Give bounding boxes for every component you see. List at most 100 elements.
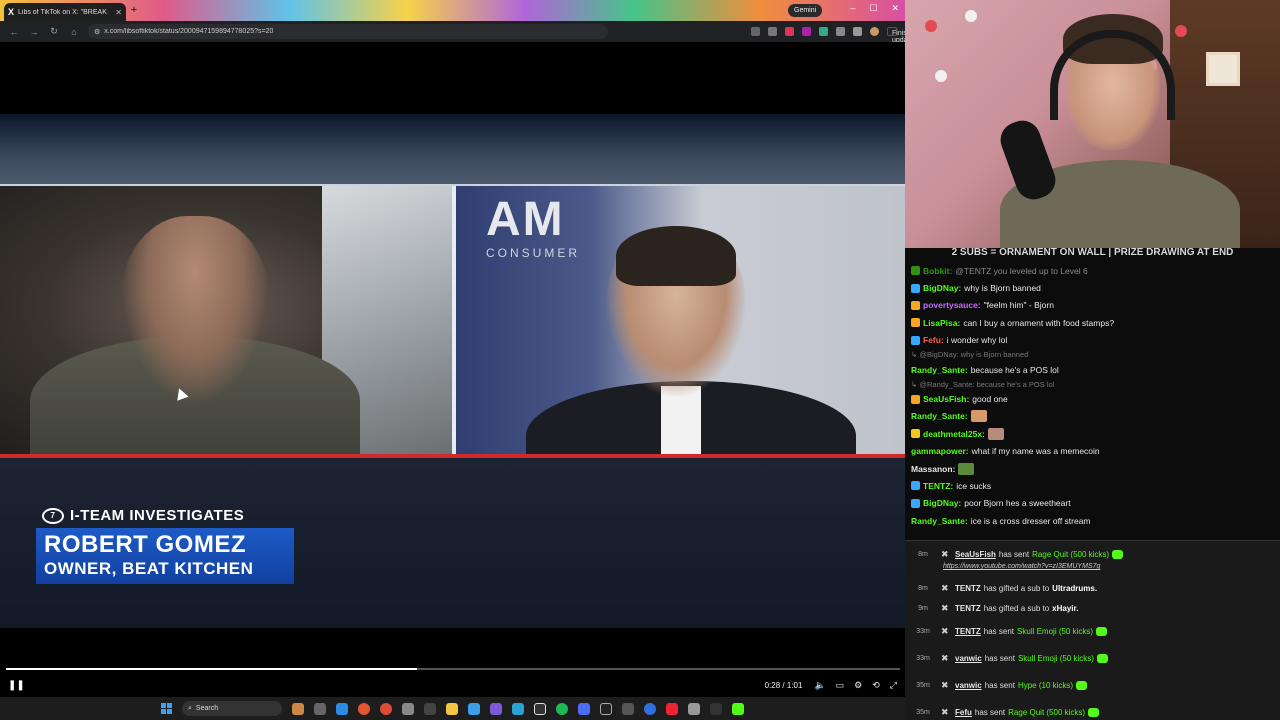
chrome-icon[interactable] — [358, 702, 370, 715]
chat-username[interactable]: Massanon: — [911, 464, 955, 474]
chat-username[interactable]: BigDNay: — [923, 498, 961, 508]
url-field[interactable]: ⚙ x.com/libsoftiktok/status/200094715989… — [88, 24, 608, 39]
chat-username[interactable]: SeaUsFish: — [923, 394, 969, 404]
cast-icon[interactable] — [751, 27, 760, 36]
folder-icon[interactable] — [446, 702, 458, 715]
event-username[interactable]: TENTZ — [955, 584, 981, 593]
ornament — [925, 20, 937, 32]
taskbar-app-icon[interactable] — [578, 702, 590, 715]
taskbar-app-icon[interactable] — [468, 702, 480, 715]
event-username[interactable]: TENTZ — [955, 627, 981, 636]
news-graphic-top — [0, 114, 905, 186]
chat-username[interactable]: LisaPisa: — [923, 318, 960, 328]
extension-icon[interactable] — [819, 27, 828, 36]
tab-close-icon[interactable]: ✕ — [115, 8, 122, 17]
taskbar-app-icon[interactable] — [314, 702, 326, 715]
taskbar-app-icon[interactable] — [622, 702, 634, 715]
taskbar-app-icon[interactable] — [490, 702, 502, 715]
windows-start-icon[interactable] — [161, 703, 172, 714]
pause-icon[interactable]: ❚❚ — [8, 680, 25, 691]
taskbar-app-icon[interactable] — [512, 702, 524, 715]
event-link[interactable]: https://www.youtube.com/watch?v=zI3EMUYM… — [943, 563, 1100, 570]
volume-icon[interactable]: 🔈 — [814, 680, 825, 691]
gemini-button[interactable]: Gemini — [788, 4, 823, 17]
bookmark-star-icon[interactable] — [768, 27, 777, 36]
chrome-icon[interactable] — [380, 702, 392, 715]
chat-username[interactable]: BigDNay: — [923, 283, 961, 293]
event-time: 8m — [918, 551, 928, 558]
new-tab-button[interactable]: + — [128, 4, 140, 16]
home-icon[interactable]: ⌂ — [68, 27, 80, 37]
site-info-icon[interactable]: ⚙ — [94, 28, 100, 36]
chat-emote-icon — [987, 427, 1004, 440]
taskbar-app-icon[interactable] — [666, 702, 678, 715]
event-username[interactable]: vanwic — [955, 681, 982, 690]
chat-username[interactable]: povertysauce: — [923, 300, 981, 310]
forward-icon[interactable]: → — [28, 27, 40, 37]
taskbar-app-icon[interactable] — [600, 702, 612, 715]
settings-icon[interactable]: ⚙ — [854, 680, 862, 691]
event-feed: 8m ✖ SeaUsFish has sent Rage Quit (500 kicks… — [905, 540, 1280, 720]
search-icon: ⌕ — [188, 704, 192, 712]
chat-username[interactable]: TENTZ: — [923, 481, 953, 491]
abc7-logo-icon: 7 — [42, 507, 64, 524]
event-username[interactable]: TENTZ — [955, 604, 981, 613]
chat-username[interactable]: deathmetal25x: — [923, 429, 985, 439]
kick-icon[interactable] — [732, 702, 744, 715]
event-username[interactable]: Fefu — [955, 708, 972, 717]
taskbar-app-icon[interactable] — [292, 702, 304, 715]
person-shirt — [661, 386, 701, 454]
loop-icon[interactable]: ⟲ — [872, 680, 880, 691]
extension-icon[interactable] — [785, 27, 794, 36]
taskbar-app-icon[interactable] — [402, 702, 414, 715]
chat-username[interactable]: Randy_Sante: — [911, 411, 968, 421]
video-progress-bar[interactable] — [6, 668, 900, 670]
chat-username[interactable]: Randy_Sante: — [911, 365, 968, 375]
chat-badge-icon — [911, 283, 920, 293]
extension-icon[interactable] — [802, 27, 811, 36]
taskbar-app-icon[interactable] — [710, 702, 722, 715]
chat-message-text: good one — [972, 394, 1008, 405]
swords-icon: ✖ — [941, 680, 949, 690]
chat-message: Bobkit: @TENTZ you leveled up to Level 6 — [911, 262, 1276, 279]
event-username[interactable]: SeaUsFish — [955, 550, 996, 559]
chat-message-text: @TENTZ you leveled up to Level 6 — [955, 265, 1088, 276]
chat-username[interactable]: Fefu: — [923, 335, 944, 345]
chat-username[interactable]: Bobkit: — [923, 266, 952, 276]
chat-message-text: can I buy a ornament with food stamps? — [963, 317, 1115, 328]
reload-icon[interactable]: ↻ — [48, 26, 60, 37]
swords-icon: ✖ — [941, 583, 949, 593]
window-controls: – ☐ ✕ — [850, 3, 899, 14]
puzzle-icon[interactable] — [853, 27, 862, 36]
close-window-icon[interactable]: ✕ — [891, 3, 899, 14]
webcam-overlay — [905, 0, 1280, 248]
extension-icon[interactable] — [836, 27, 845, 36]
taskbar-app-icon[interactable] — [644, 702, 656, 715]
kick-icon — [1112, 550, 1124, 559]
chat-username[interactable]: Randy_Sante: — [911, 516, 968, 526]
chat-message-text: why is Bjorn banned — [964, 283, 1041, 294]
taskbar-app-icon[interactable] — [424, 702, 436, 715]
maximize-icon[interactable]: ☐ — [869, 3, 877, 14]
finish-update-button[interactable]: Finish update — [887, 27, 913, 44]
browser-tab-active[interactable]: X Libs of TikTok on X: "BREAK ✕ — [4, 3, 126, 21]
taskbar-app-icon[interactable] — [688, 702, 700, 715]
event-time: 33m — [916, 655, 930, 662]
profile-avatar[interactable] — [870, 27, 879, 36]
fullscreen-icon[interactable]: ⤢ — [890, 680, 897, 691]
captions-icon[interactable]: ▭ — [836, 680, 845, 691]
chat-message-text: ice is a cross dresser off stream — [970, 515, 1091, 526]
taskbar-search[interactable]: ⌕ Search — [182, 701, 282, 716]
event-time: 35m — [916, 682, 930, 689]
back-icon[interactable]: ← — [8, 27, 20, 37]
chat-emote-icon — [970, 410, 987, 423]
event-username[interactable]: vanwic — [955, 654, 982, 663]
spotify-icon[interactable] — [556, 702, 568, 715]
taskbar-app-icon[interactable] — [534, 702, 546, 715]
chat-username[interactable]: gammapower: — [911, 446, 969, 456]
video-progress-fill — [6, 668, 418, 670]
event-item: Skull Emoji (50 kicks) — [1017, 654, 1094, 663]
video-player[interactable]: AM CONSUMER 7 I-TEAM INVESTIGATES ROBERT… — [0, 42, 905, 694]
edge-icon[interactable] — [336, 702, 348, 715]
minimize-icon[interactable]: – — [850, 3, 855, 14]
